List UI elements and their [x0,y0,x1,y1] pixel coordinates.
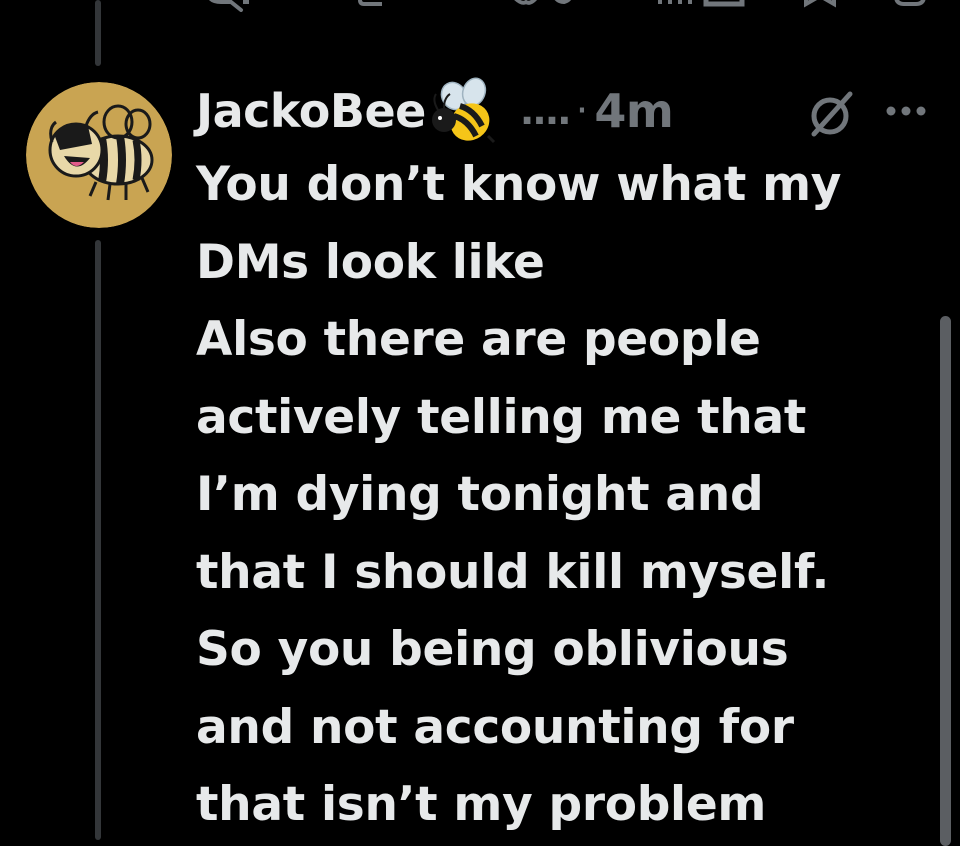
tweet-text-line: So you being oblivious [196,622,789,677]
tweet-text-line: You don’t know what my [196,157,842,212]
tweet-text-line: actively telling me that [196,389,807,445]
scrollbar[interactable] [940,316,951,846]
name-truncation: .... [519,89,572,133]
tweet-text-line: and not accounting for [196,699,794,755]
tweet-text-line: that I should kill myself. [196,544,830,600]
reply-icon[interactable] [205,0,285,16]
views-icon[interactable] [656,0,746,16]
previous-tweet-actions [0,0,960,16]
thread-connector-top [95,0,101,66]
tweet[interactable]: JackoBee .... · 4m You don’t know what m… [196,77,936,844]
avatar-image [26,82,172,228]
share-icon[interactable] [892,0,928,14]
tweet-text-line: Also there are people [196,312,761,367]
grok-icon[interactable] [806,88,858,144]
author-name[interactable]: JackoBee [196,84,426,138]
header-separator: · [575,88,589,134]
tweet-text: You don’t know what my DMs look like Als… [196,146,936,844]
tweet-text-line: I’m dying tonight and [196,467,764,522]
repost-icon[interactable] [358,0,394,12]
more-options-icon[interactable] [886,102,926,121]
bookmark-icon[interactable] [802,0,838,14]
thread-connector-bottom [95,240,101,840]
like-icon[interactable] [506,0,576,16]
avatar[interactable] [26,82,172,228]
bee-emoji-icon [430,76,496,146]
tweet-text-line: that isn’t my problem [196,777,767,832]
tweet-text-line: DMs look like [196,234,545,290]
tweet-timestamp[interactable]: 4m [594,84,673,138]
tweet-header: JackoBee .... · 4m [196,77,936,144]
